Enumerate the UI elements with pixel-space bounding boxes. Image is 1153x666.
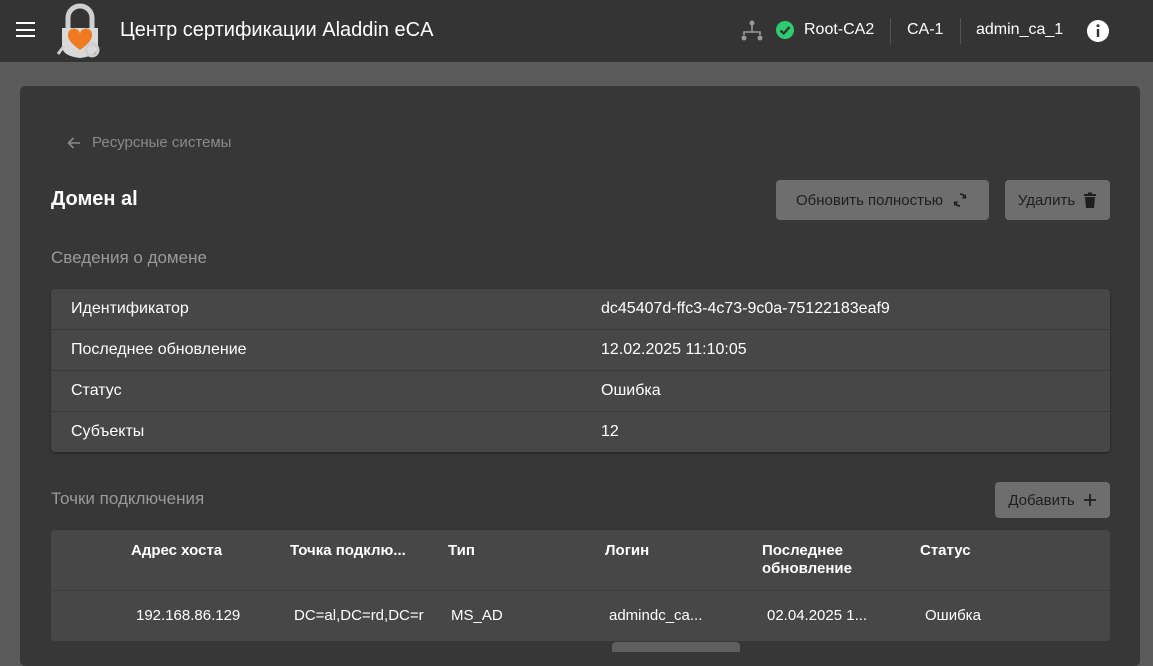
main-card: Ресурсные системы Домен al Обновить полн… xyxy=(20,86,1140,666)
root-ca-label[interactable]: Root-CA2 xyxy=(804,21,874,39)
info-key: Субъекты xyxy=(71,423,145,440)
trash-icon xyxy=(1084,192,1097,208)
info-value: Ошибка xyxy=(601,382,661,399)
info-row: Идентификатор dc45407d-ffc3-4c73-9c0a-75… xyxy=(51,289,1110,330)
add-button-label: Добавить xyxy=(1008,491,1075,509)
delete-button-label: Удалить xyxy=(1017,191,1076,209)
connections-title: Точки подключения xyxy=(51,489,205,508)
column-header-updated[interactable]: Последнее обновление xyxy=(762,542,852,578)
info-key: Идентификатор xyxy=(71,300,189,317)
column-header-host[interactable]: Адрес хоста xyxy=(131,542,222,560)
info-row: Статус Ошибка xyxy=(51,371,1110,412)
info-value: 12 xyxy=(601,423,619,440)
refresh-button[interactable]: Обновить полностью xyxy=(776,180,989,220)
cell-type: MS_AD xyxy=(451,607,503,624)
info-icon[interactable] xyxy=(1086,19,1110,43)
column-header-point[interactable]: Точка подклю... xyxy=(290,542,406,560)
cell-point: DC=al,DC=rd,DC=r xyxy=(294,607,424,624)
cell-updated: 02.04.2025 1... xyxy=(767,607,868,624)
info-row: Последнее обновление 12.02.2025 11:10:05 xyxy=(51,330,1110,371)
back-link-label: Ресурсные системы xyxy=(92,134,232,151)
network-icon[interactable] xyxy=(740,19,764,43)
info-value: dc45407d-ffc3-4c73-9c0a-75122183eaf9 xyxy=(601,300,890,317)
table-row[interactable]: 192.168.86.129 DC=al,DC=rd,DC=r MS_AD ad… xyxy=(51,591,1110,641)
app-title: Центр сертификации Aladdin eCA xyxy=(120,19,434,41)
connections-table: Адрес хоста Точка подклю... Тип Логин По… xyxy=(51,530,1110,641)
aladdin-logo xyxy=(56,3,100,58)
ca-label[interactable]: CA-1 xyxy=(907,21,943,39)
info-key: Последнее обновление xyxy=(71,341,247,358)
page-title: Домен al xyxy=(51,188,138,210)
back-link[interactable]: Ресурсные системы xyxy=(66,134,231,151)
delete-button[interactable]: Удалить xyxy=(1005,180,1110,220)
menu-icon[interactable] xyxy=(16,22,35,37)
top-bar: Центр сертификации Aladdin eCA Root-CA2 … xyxy=(0,0,1153,62)
table-header: Адрес хоста Точка подклю... Тип Логин По… xyxy=(51,530,1110,591)
info-row: Субъекты 12 xyxy=(51,412,1110,452)
cell-host: 192.168.86.129 xyxy=(136,607,241,624)
column-header-updated-line2: обновление xyxy=(762,560,852,577)
refresh-button-label: Обновить полностью xyxy=(795,191,944,209)
info-value: 12.02.2025 11:10:05 xyxy=(601,341,747,358)
column-header-updated-line1: Последнее xyxy=(762,542,844,559)
info-key: Статус xyxy=(71,382,122,399)
cell-status: Ошибка xyxy=(925,607,981,624)
arrow-left-icon xyxy=(67,136,80,149)
user-label[interactable]: admin_ca_1 xyxy=(976,21,1063,39)
column-header-status[interactable]: Статус xyxy=(920,542,971,560)
refresh-icon xyxy=(953,193,967,207)
status-ok-icon xyxy=(776,21,794,39)
column-header-login[interactable]: Логин xyxy=(605,542,649,560)
cell-login: admindc_ca... xyxy=(609,607,703,624)
domain-info-title: Сведения о домене xyxy=(51,248,207,267)
domain-info-table: Идентификатор dc45407d-ffc3-4c73-9c0a-75… xyxy=(51,289,1110,452)
divider xyxy=(890,18,891,44)
column-header-type[interactable]: Тип xyxy=(448,542,475,560)
plus-icon xyxy=(1083,494,1096,506)
divider xyxy=(960,18,961,44)
add-button[interactable]: Добавить xyxy=(995,482,1110,518)
